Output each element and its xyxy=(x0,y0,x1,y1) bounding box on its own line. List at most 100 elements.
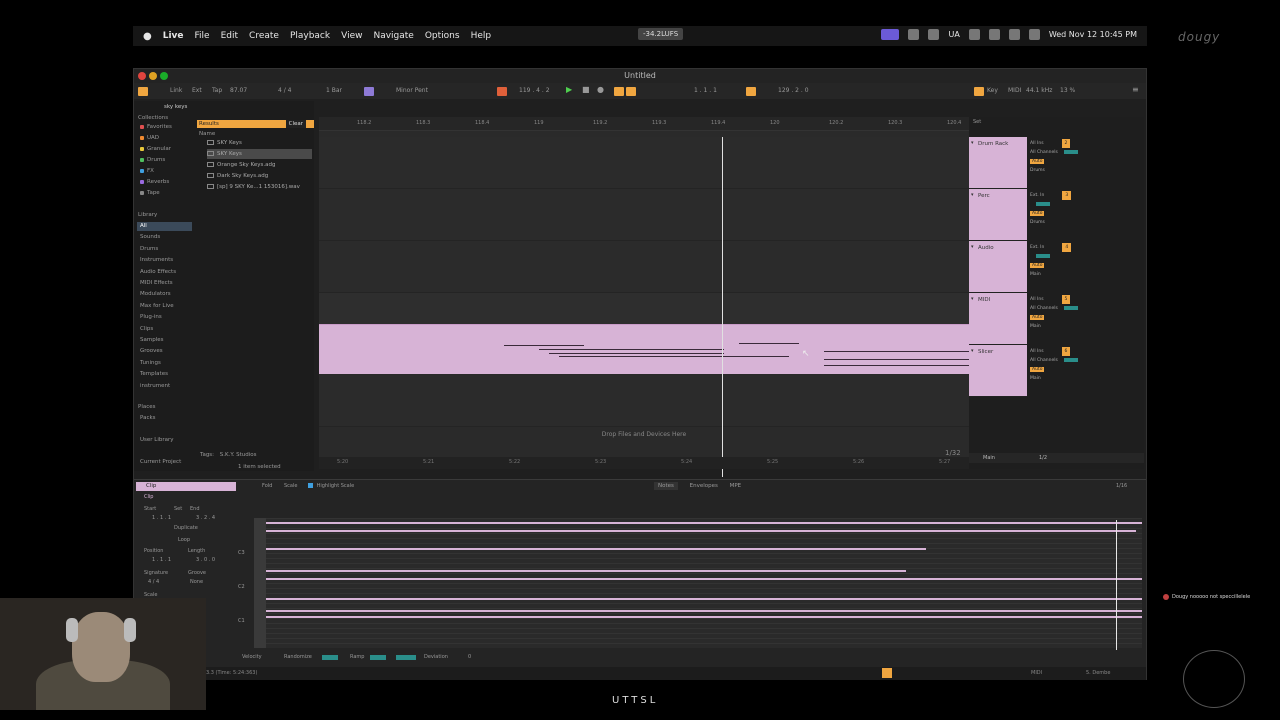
tab-envelopes[interactable]: Envelopes xyxy=(690,483,718,489)
monitor-auto-button[interactable]: Auto xyxy=(1030,367,1045,372)
search-icon[interactable] xyxy=(1028,29,1040,40)
fold-icon[interactable]: ▾ xyxy=(971,140,974,146)
warning-icon[interactable] xyxy=(882,668,892,678)
time-ruler[interactable]: 5:20 5:21 5:22 5:23 5:24 5:25 5:26 5:27 xyxy=(319,457,969,469)
key-map-icon[interactable] xyxy=(974,87,984,96)
zoom-level[interactable]: 1/16 xyxy=(1116,483,1127,489)
close-icon[interactable] xyxy=(138,72,146,80)
library-item[interactable]: Grooves xyxy=(137,347,192,356)
input-type-select[interactable]: Ext. In xyxy=(1030,193,1044,198)
quantize-menu[interactable]: 1 Bar xyxy=(326,87,342,94)
record-button-icon[interactable]: ● xyxy=(597,85,604,94)
library-item[interactable]: Drums xyxy=(137,245,192,254)
tempo-field[interactable]: 87.07 xyxy=(230,87,247,94)
places-item[interactable]: Current Project xyxy=(140,458,181,467)
input-type-select[interactable]: All Ins xyxy=(1030,141,1044,146)
piano-keys[interactable] xyxy=(254,518,266,648)
menu-help[interactable]: Help xyxy=(471,31,492,41)
track-number-button[interactable]: 6 xyxy=(1061,347,1071,356)
duplicate-button[interactable]: Duplicate xyxy=(174,525,198,531)
lane-audio[interactable] xyxy=(319,241,969,293)
collection-item[interactable]: UAD xyxy=(140,134,159,143)
groove-field[interactable]: None xyxy=(190,579,203,585)
note-editor-grid[interactable] xyxy=(266,518,1142,648)
track-number-button[interactable]: 4 xyxy=(1062,243,1072,252)
highlight-scale-toggle[interactable]: Highlight Scale xyxy=(308,483,354,489)
library-item[interactable]: Templates xyxy=(137,370,192,379)
apple-icon[interactable]: ● xyxy=(143,31,152,42)
input-channel-select[interactable]: All Channels xyxy=(1030,306,1058,311)
input-type-select[interactable]: All Ins xyxy=(1030,297,1044,302)
midi-note[interactable] xyxy=(266,548,926,550)
menu-icon[interactable]: ≡ xyxy=(1132,85,1139,94)
tags-value[interactable]: S.K.Y. Studios xyxy=(220,452,257,458)
browser-file-item[interactable]: Orange Sky Keys.adg xyxy=(207,160,276,170)
collection-item[interactable]: Reverbs xyxy=(140,178,169,187)
ramp-button[interactable]: Ramp xyxy=(350,654,364,660)
output-select[interactable]: Main xyxy=(1030,272,1041,277)
browser-toggle-icon[interactable] xyxy=(138,87,148,96)
collection-item[interactable]: Tape xyxy=(140,189,160,198)
set-button[interactable]: Set xyxy=(973,119,981,125)
output-select[interactable]: Main xyxy=(1030,324,1041,329)
grid-size[interactable]: 1/32 xyxy=(945,449,961,457)
fold-icon[interactable]: ▾ xyxy=(971,244,974,250)
monitor-auto-button[interactable]: Auto xyxy=(1030,159,1045,164)
track-volume-slider[interactable] xyxy=(1063,357,1078,362)
arrangement-record-icon[interactable] xyxy=(497,87,507,96)
battery-icon[interactable] xyxy=(1008,29,1020,40)
collection-item[interactable]: Granular xyxy=(140,145,171,154)
end-field[interactable]: 3 . 2 . 4 xyxy=(196,515,215,521)
library-item[interactable]: All xyxy=(137,222,192,231)
app-menu[interactable]: Live xyxy=(163,31,184,41)
browser-file-item[interactable]: SKY Keys xyxy=(207,149,312,159)
scale-icon[interactable] xyxy=(364,87,374,96)
output-select[interactable]: Drums xyxy=(1030,220,1045,225)
input-channel-select[interactable]: All Channels xyxy=(1030,358,1058,363)
library-item[interactable]: Tunings xyxy=(137,359,192,368)
collection-item[interactable]: Favorites xyxy=(140,123,172,132)
places-item[interactable]: Packs xyxy=(140,414,156,423)
monitor-auto-button[interactable]: Auto xyxy=(1030,211,1045,216)
menu-options[interactable]: Options xyxy=(425,31,460,41)
library-item[interactable]: Modulators xyxy=(137,290,192,299)
main-track[interactable]: Main 1/2 xyxy=(969,453,1144,463)
midi-note[interactable] xyxy=(266,598,1142,600)
fold-button[interactable]: Fold xyxy=(262,483,272,489)
collection-item[interactable]: FX xyxy=(140,167,154,176)
track-header[interactable]: ▾ MIDI xyxy=(969,293,1027,345)
length-field[interactable]: 3 . 0 . 0 xyxy=(196,557,215,563)
overdub-icon[interactable] xyxy=(614,87,624,96)
collection-item[interactable]: Drums xyxy=(140,156,165,165)
track-number-button[interactable]: 5 xyxy=(1061,295,1071,304)
scale-menu[interactable]: Minor Pent xyxy=(396,87,428,94)
menu-edit[interactable]: Edit xyxy=(221,31,238,41)
menu-create[interactable]: Create xyxy=(249,31,279,41)
tap-tempo-button[interactable]: Tap xyxy=(212,87,222,94)
track-number-button[interactable]: 3 xyxy=(1062,191,1072,200)
output-select[interactable]: Main xyxy=(1030,376,1041,381)
randomize-amount[interactable] xyxy=(322,655,338,660)
ext-sync-button[interactable]: Ext xyxy=(192,87,202,94)
library-item[interactable]: Max for Live xyxy=(137,302,192,311)
set-start-button[interactable]: Set xyxy=(174,506,182,512)
automation-arm-icon[interactable] xyxy=(626,87,636,96)
position-field[interactable]: 1 . 1 . 1 xyxy=(152,557,171,563)
input-type-select[interactable]: All Ins xyxy=(1030,349,1044,354)
library-item[interactable]: instrument xyxy=(137,382,192,391)
link-button[interactable]: Link xyxy=(170,87,182,94)
volume-icon[interactable] xyxy=(988,29,1000,40)
tab-mpe[interactable]: MPE xyxy=(730,483,742,489)
browser-search-input[interactable]: sky keys xyxy=(164,103,187,112)
record-icon[interactable] xyxy=(928,29,940,40)
menu-playback[interactable]: Playback xyxy=(290,31,330,41)
arrangement-view[interactable]: 118.2 118.3 118.4 119 119.2 119.3 119.4 120 120.… xyxy=(319,117,969,477)
ramp-start[interactable] xyxy=(370,655,386,660)
midi-note[interactable] xyxy=(266,530,1136,532)
checkbox-icon[interactable] xyxy=(308,483,313,488)
clear-button[interactable]: Clear xyxy=(285,120,306,128)
beat-ruler[interactable]: 118.2 118.3 118.4 119 119.2 119.3 119.4 120 120.… xyxy=(319,117,969,131)
midi-note[interactable] xyxy=(266,610,1142,612)
signature-field[interactable]: 4 / 4 xyxy=(148,579,159,585)
ua-icon[interactable]: UA xyxy=(948,30,959,39)
